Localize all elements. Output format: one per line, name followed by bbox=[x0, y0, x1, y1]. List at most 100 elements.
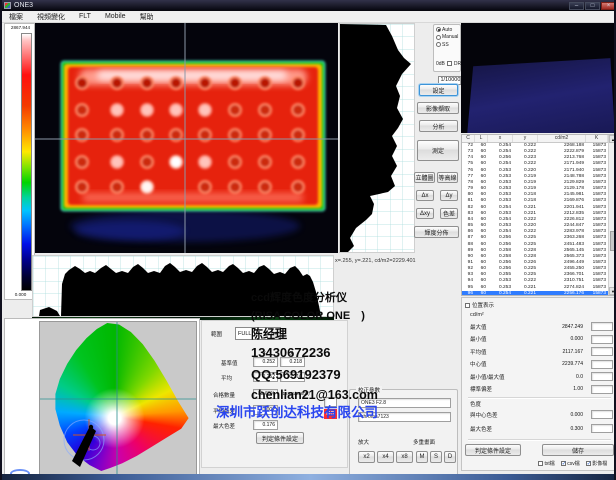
cie-marker bbox=[72, 426, 96, 467]
result-indicator-empty bbox=[324, 397, 337, 407]
stereo-view-button[interactable]: 立體圖 bbox=[414, 172, 435, 183]
radio-manual-dot[interactable] bbox=[436, 35, 441, 40]
zoom-label: 放大 bbox=[358, 438, 369, 446]
measure-table-body[interactable]: 72600.2540.2222268.1881587373600.2540.22… bbox=[462, 143, 608, 295]
range-panel: 範圍 FULL x y 基準值 0.252 0.218 平均 0.252 0.2… bbox=[201, 320, 348, 468]
unit-label: cd/m² bbox=[470, 312, 484, 318]
range-select-arrow-icon[interactable] bbox=[271, 328, 280, 339]
stat-avg-input[interactable] bbox=[591, 347, 613, 356]
avg-colordiff-value[interactable]: 0.002 bbox=[253, 405, 278, 415]
table-header-cell: L bbox=[475, 135, 488, 142]
menu-help[interactable]: 幫助 bbox=[133, 11, 161, 22]
measurement-table: CLxycd/m2K 72600.2540.2222268.1881587373… bbox=[461, 134, 616, 296]
image-file-checkbox[interactable] bbox=[586, 461, 591, 466]
horizontal-profile-chart bbox=[32, 255, 334, 317]
image-capture-button[interactable]: 影像擷取 bbox=[417, 102, 459, 114]
maximize-button[interactable]: □ bbox=[585, 2, 600, 10]
ref-x-value[interactable]: 0.252 bbox=[253, 357, 278, 367]
luminance-heatmap-view[interactable] bbox=[35, 23, 338, 253]
judge-condition-button-middle[interactable]: 判定條件設定 bbox=[256, 432, 304, 444]
pass-rate-value[interactable]: 85.60% bbox=[253, 389, 278, 399]
menu-flt[interactable]: FLT bbox=[72, 11, 98, 22]
table-scrollbar[interactable]: ▲ ▼ bbox=[608, 135, 616, 295]
avg-x-value[interactable]: 0.252 bbox=[253, 372, 278, 382]
ng-indicator: NG bbox=[324, 409, 337, 419]
csv-file-checkbox[interactable] bbox=[561, 461, 566, 466]
luminance-distribution-button[interactable]: 輝度分佈 bbox=[414, 226, 459, 238]
zoom-x2-button[interactable]: x2 bbox=[358, 451, 375, 463]
max-colordiff-value[interactable]: 0.176 bbox=[253, 420, 278, 430]
table-header-cell: C bbox=[462, 135, 475, 142]
calibration-panel: 校正參數 ONE3 F2.8 chroma7123 放大 x2 x4 x8 多重… bbox=[349, 389, 458, 476]
position-display-checkbox[interactable] bbox=[465, 303, 470, 308]
col-x-header: x bbox=[263, 350, 266, 356]
ref-y-value[interactable]: 0.218 bbox=[280, 357, 305, 367]
cie-overlay bbox=[40, 322, 197, 475]
dr-checkbox[interactable] bbox=[447, 61, 452, 66]
analyze-button[interactable]: 分析 bbox=[419, 120, 458, 132]
app-window: ONE3 – □ × 檔案 視頻變化 FLT Mobile 幫助 2867.94… bbox=[0, 0, 616, 480]
judge-condition-button-right[interactable]: 判定條件設定 bbox=[465, 444, 521, 456]
statistics-panel: 位置表示 cd/m² 最大值 2847.249 最小值 0.000 平均值 21… bbox=[461, 297, 616, 471]
gain-label: 0dB bbox=[436, 61, 445, 67]
measure-button[interactable]: 測定 bbox=[417, 140, 459, 161]
position-display-checkbox-row[interactable]: 位置表示 bbox=[465, 301, 494, 309]
app-icon bbox=[4, 2, 11, 9]
csv-file-checkbox-row[interactable]: csv檔 bbox=[561, 460, 580, 467]
chroma-row-center-diff: 與中心色差 0.000 bbox=[470, 409, 613, 420]
table-header-cell: K bbox=[586, 135, 608, 142]
zoom-x8-button[interactable]: x8 bbox=[396, 451, 413, 463]
radio-manual[interactable]: Manual bbox=[436, 34, 461, 40]
multi-m-button[interactable]: M bbox=[416, 451, 428, 463]
chroma-section-label: 色度 bbox=[470, 400, 481, 408]
vertical-profile-chart bbox=[339, 23, 415, 253]
close-button[interactable]: × bbox=[601, 2, 616, 10]
image-file-checkbox-row[interactable]: 影像檔 bbox=[586, 460, 608, 467]
position-display-label: 位置表示 bbox=[472, 301, 494, 309]
menu-video-change[interactable]: 視頻變化 bbox=[30, 11, 72, 22]
col-y-header: y bbox=[290, 350, 293, 356]
save-button[interactable]: 儲存 bbox=[542, 444, 614, 456]
minimize-button[interactable]: – bbox=[569, 2, 584, 10]
menu-file[interactable]: 檔案 bbox=[2, 11, 30, 22]
camera-preview bbox=[461, 23, 616, 133]
contour-button[interactable]: 等高線 bbox=[437, 172, 458, 183]
table-row[interactable]: 96600.2540.2212256.17615873 bbox=[462, 291, 608, 295]
stat-stddev-input[interactable] bbox=[591, 385, 613, 394]
range-select[interactable]: FULL bbox=[235, 327, 281, 340]
avg-y-value[interactable]: 0.216 bbox=[280, 372, 305, 382]
delta-x-button[interactable]: Δx bbox=[416, 190, 434, 201]
radio-auto[interactable]: Auto bbox=[436, 27, 461, 33]
range-label: 範圍 bbox=[211, 330, 222, 338]
radio-auto-dot[interactable] bbox=[436, 27, 441, 32]
chroma-center-diff-input[interactable] bbox=[591, 410, 613, 419]
set-button[interactable]: 設定 bbox=[419, 84, 458, 96]
cie-diagram-area bbox=[39, 321, 197, 475]
title-bar[interactable]: ONE3 – □ × bbox=[2, 0, 616, 11]
cursor-coordinates: x=.255, y=.221, cd/m2=2229.401 bbox=[335, 258, 465, 264]
multi-d-button[interactable]: D bbox=[444, 451, 456, 463]
color-diff-button[interactable]: 色差 bbox=[440, 208, 458, 219]
txt-file-checkbox-row[interactable]: txt檔 bbox=[538, 460, 555, 467]
radio-ss-dot[interactable] bbox=[436, 42, 441, 47]
zoom-x4-button[interactable]: x4 bbox=[377, 451, 394, 463]
scrollbar-thumb[interactable] bbox=[610, 231, 616, 251]
menu-mobile[interactable]: Mobile bbox=[98, 11, 133, 22]
stat-minmax-input[interactable] bbox=[591, 372, 613, 381]
table-header: CLxycd/m2K bbox=[462, 135, 616, 143]
stat-center-input[interactable] bbox=[591, 360, 613, 369]
chroma-max-diff-input[interactable] bbox=[591, 424, 613, 433]
txt-file-checkbox[interactable] bbox=[538, 461, 543, 466]
radio-ss[interactable]: SS bbox=[436, 42, 461, 48]
scroll-down-icon[interactable]: ▼ bbox=[609, 287, 616, 295]
sensor-field[interactable]: chroma7123 bbox=[358, 412, 451, 422]
exposure-mode-group: Auto Manual SS 1/10000 0dB DR bbox=[433, 24, 461, 72]
lens-field[interactable]: ONE3 F2.8 bbox=[358, 398, 451, 408]
delta-y-button[interactable]: Δy bbox=[440, 190, 458, 201]
stat-max-input[interactable] bbox=[591, 322, 613, 331]
scroll-up-icon[interactable]: ▲ bbox=[609, 135, 616, 143]
stat-min-input[interactable] bbox=[591, 335, 613, 344]
multi-s-button[interactable]: S bbox=[430, 451, 442, 463]
delta-xy-button[interactable]: Δxy bbox=[416, 208, 434, 219]
pass-count-value: (19346/22600) bbox=[281, 391, 310, 396]
